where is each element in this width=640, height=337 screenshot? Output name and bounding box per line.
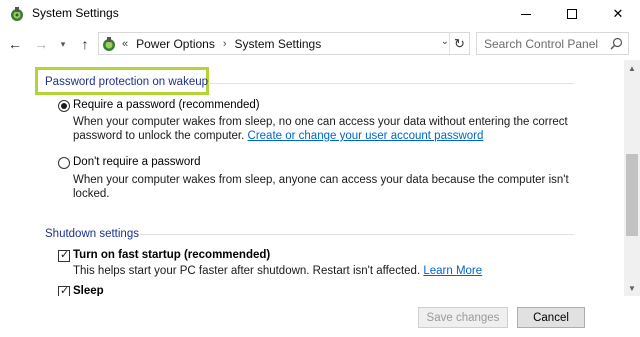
up-button[interactable]: ↑ — [76, 35, 94, 53]
breadcrumb-power-options[interactable]: Power Options — [136, 37, 215, 51]
breadcrumb-overflow-icon[interactable]: « — [122, 38, 128, 50]
require-password-description: When your computer wakes from sleep, no … — [73, 116, 568, 128]
require-password-description-text: password to unlock the computer. — [73, 130, 248, 142]
system-settings-icon — [11, 7, 23, 21]
search-box[interactable]: Search Control Panel — [476, 32, 629, 55]
require-password-radio[interactable] — [58, 100, 70, 112]
back-arrow-icon: ← — [8, 36, 22, 52]
minimize-icon — [521, 13, 531, 15]
sleep-checkbox[interactable]: ✓ — [58, 285, 70, 296]
up-arrow-icon: ↑ — [81, 36, 89, 52]
chevron-down-icon: ▾ — [60, 38, 66, 49]
fast-startup-checkbox[interactable]: ✓ — [58, 249, 70, 262]
close-button[interactable]: ✕ — [595, 0, 640, 28]
vertical-scrollbar[interactable]: ▲ ▼ — [624, 60, 640, 296]
forward-arrow-icon: → — [34, 36, 48, 52]
refresh-button[interactable]: ↻ — [449, 33, 469, 54]
no-password-description-line2: locked. — [73, 188, 110, 200]
learn-more-link[interactable]: Learn More — [423, 265, 482, 277]
section-divider — [208, 83, 574, 84]
sleep-label[interactable]: Sleep — [73, 285, 104, 296]
settings-content: Password protection on wakeup Require a … — [0, 60, 624, 296]
refresh-icon: ↻ — [454, 35, 465, 51]
fast-startup-description: This helps start your PC faster after sh… — [73, 265, 482, 277]
password-section-heading: Password protection on wakeup — [45, 76, 209, 88]
title-bar: System Settings ✕ — [0, 0, 640, 28]
checkmark-icon: ✓ — [60, 249, 70, 261]
section-divider — [140, 234, 574, 235]
breadcrumb-system-settings[interactable]: System Settings — [235, 37, 322, 51]
breadcrumb-separator-icon[interactable]: › — [223, 38, 227, 50]
scroll-up-icon[interactable]: ▲ — [624, 60, 640, 76]
scrollbar-thumb[interactable] — [626, 154, 638, 236]
no-password-radio[interactable] — [58, 157, 70, 169]
window-title: System Settings — [32, 6, 119, 20]
fast-startup-description-text: This helps start your PC faster after sh… — [73, 265, 424, 277]
address-dropdown-icon[interactable]: ⌄ — [441, 36, 449, 47]
search-placeholder: Search Control Panel — [484, 37, 599, 51]
checkmark-icon: ✓ — [60, 285, 70, 296]
close-icon: ✕ — [612, 6, 624, 21]
control-panel-icon — [103, 36, 115, 51]
minimize-button[interactable] — [503, 0, 549, 28]
require-password-label[interactable]: Require a password (recommended) — [73, 99, 260, 111]
no-password-description: When your computer wakes from sleep, any… — [73, 174, 569, 186]
back-button[interactable]: ← — [6, 35, 24, 53]
shutdown-section-heading: Shutdown settings — [45, 228, 139, 240]
no-password-label[interactable]: Don't require a password — [73, 156, 200, 168]
fast-startup-label[interactable]: Turn on fast startup (recommended) — [73, 249, 270, 261]
forward-button[interactable]: → — [32, 35, 50, 53]
maximize-button[interactable] — [549, 0, 595, 28]
address-bar[interactable]: « Power Options › System Settings ⌄ ↻ — [98, 32, 470, 55]
maximize-icon — [567, 9, 577, 19]
navigation-bar: ← → ▾ ↑ « Power Options › System Setting… — [0, 29, 640, 59]
save-changes-button[interactable]: Save changes — [418, 307, 508, 328]
scroll-down-icon[interactable]: ▼ — [624, 280, 640, 296]
recent-locations-button[interactable]: ▾ — [56, 35, 70, 53]
cancel-button[interactable]: Cancel — [517, 307, 585, 328]
change-password-link[interactable]: Create or change your user account passw… — [248, 130, 484, 142]
search-icon[interactable] — [610, 37, 623, 50]
require-password-description-line2: password to unlock the computer. Create … — [73, 129, 483, 143]
footer-bar: Save changes Cancel — [0, 296, 640, 337]
